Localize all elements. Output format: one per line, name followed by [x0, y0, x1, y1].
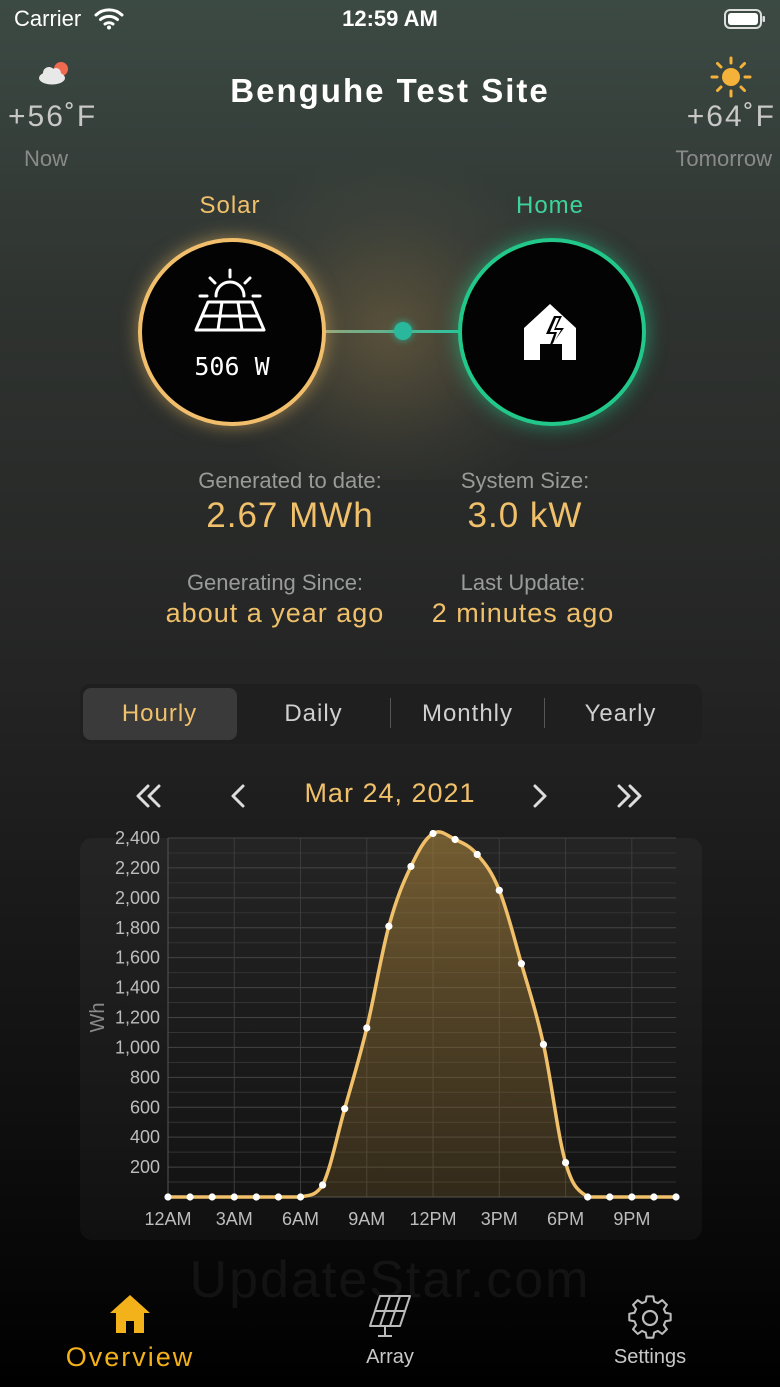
segment-daily[interactable]: Daily — [236, 700, 391, 728]
data-point — [407, 862, 415, 871]
y-tick-label: 1,000 — [115, 1037, 160, 1057]
data-point — [451, 835, 459, 844]
data-point — [296, 1193, 305, 1201]
y-tick-label: 2,200 — [115, 858, 160, 878]
data-point — [186, 1193, 194, 1201]
x-tick-label: 6PM — [547, 1209, 584, 1229]
flow-line — [322, 330, 460, 333]
tomorrow-label: Tomorrow — [675, 146, 772, 171]
y-tick-label: 600 — [130, 1097, 160, 1117]
system-size-label: System Size: — [460, 468, 590, 493]
data-point — [208, 1193, 216, 1201]
cloud-sun-icon — [39, 62, 68, 85]
home-icon[interactable] — [106, 1290, 154, 1338]
y-tick-label: 1,600 — [115, 948, 160, 968]
segment-monthly[interactable]: Monthly — [390, 700, 545, 728]
x-tick-label: 12AM — [144, 1209, 191, 1229]
x-tick-label: 3AM — [216, 1209, 253, 1229]
tab-settings[interactable]: Settings — [570, 1346, 730, 1369]
y-axis-label: Wh — [87, 1003, 109, 1033]
generated-value: 2.67 MWh — [206, 496, 374, 535]
y-tick-label: 800 — [130, 1067, 160, 1087]
data-point — [628, 1193, 636, 1201]
chevron-left-icon[interactable] — [218, 778, 258, 814]
data-point — [672, 1193, 680, 1201]
segment-yearly[interactable]: Yearly — [543, 700, 698, 728]
generated-label: Generated to date: — [198, 468, 382, 493]
data-point — [539, 1040, 548, 1049]
now-label: Now — [24, 146, 69, 171]
chevron-right-icon[interactable] — [520, 778, 560, 814]
since-value: about a year ago — [165, 598, 385, 628]
home-power-icon — [524, 304, 576, 360]
x-tick-label: 6AM — [282, 1209, 319, 1229]
x-tick-label: 9AM — [348, 1209, 385, 1229]
area-fill — [168, 831, 676, 1197]
hourly-energy-chart: 200 400 600 800 1,000 1,200 1,400 1,600 1,800 2,0… — [87, 830, 680, 1229]
selected-date: Mar 24, 2021 — [304, 778, 476, 808]
data-point — [230, 1193, 238, 1201]
data-point — [341, 1105, 349, 1113]
x-tick-label: 12PM — [410, 1209, 457, 1229]
data-point — [561, 1158, 570, 1167]
data-point — [385, 922, 393, 930]
data-point — [473, 850, 481, 859]
flow-dot — [394, 322, 412, 340]
y-tick-label: 200 — [130, 1157, 160, 1177]
double-chevron-left-icon[interactable] — [128, 778, 168, 814]
battery-icon — [724, 9, 765, 29]
data-point — [606, 1193, 614, 1201]
segment-hourly[interactable]: Hourly — [82, 700, 237, 728]
data-point — [319, 1181, 327, 1189]
since-label: Generating Since: — [186, 570, 364, 595]
y-tick-label: 1,200 — [115, 1008, 160, 1028]
solar-label: Solar — [199, 192, 261, 219]
y-tick-label: 1,400 — [115, 978, 160, 998]
data-point — [252, 1193, 260, 1201]
y-tick-label: 2,000 — [115, 888, 160, 908]
x-tick-label: 9PM — [613, 1209, 650, 1229]
data-point — [429, 830, 437, 838]
tab-overview[interactable]: Overview — [30, 1342, 230, 1373]
y-tick-label: 400 — [130, 1127, 160, 1147]
tomorrow-temperature: +64˚F — [686, 100, 776, 133]
site-title: Benguhe Test Site — [230, 72, 550, 109]
solar-output: 506 W — [194, 352, 270, 381]
y-tick-label: 1,800 — [115, 918, 160, 938]
double-chevron-right-icon[interactable] — [610, 778, 650, 814]
gear-icon[interactable] — [626, 1294, 674, 1342]
data-point — [584, 1193, 592, 1201]
last-update-value: 2 minutes ago — [431, 598, 615, 628]
solar-panel-icon[interactable] — [366, 1292, 414, 1340]
data-point — [164, 1193, 172, 1201]
solar-panel-icon — [194, 268, 266, 332]
last-update-label: Last Update: — [460, 570, 586, 595]
home-label: Home — [515, 192, 585, 219]
data-point — [274, 1193, 283, 1201]
data-point — [517, 960, 525, 968]
data-point — [363, 1024, 371, 1032]
status-time: 12:59 AM — [342, 6, 438, 31]
sun-icon — [710, 56, 752, 98]
tab-array[interactable]: Array — [310, 1346, 470, 1369]
data-point — [495, 886, 503, 894]
y-tick-label: 2,400 — [115, 830, 160, 848]
data-point — [650, 1193, 658, 1201]
x-tick-label: 3PM — [481, 1209, 518, 1229]
now-temperature: +56˚F — [8, 100, 98, 133]
system-size-value: 3.0 kW — [467, 496, 583, 535]
